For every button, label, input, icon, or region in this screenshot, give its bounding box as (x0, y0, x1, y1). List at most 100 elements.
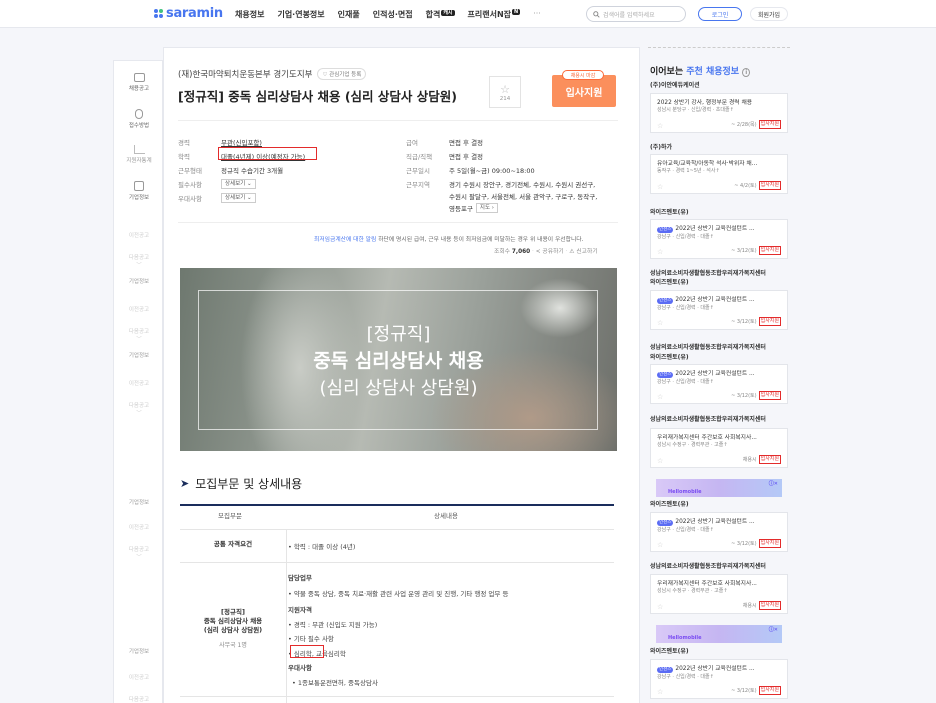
sidebar-item-stats[interactable]: 지원자통계 (114, 145, 164, 164)
main-nav: 채용정보 기업·연봉정보 인재풀 인적성·면접 합격 캐시 프리랜서N잡 N ··· (235, 9, 554, 20)
section-title: ➤ 모집부문 및 상세내용 (180, 477, 303, 491)
rec-card[interactable]: 인천스 2022년 상반기 교육컨설턴트 ... 강남구 · 신입/경력 · 대졸… (650, 364, 788, 404)
info-icon[interactable]: i (742, 68, 751, 77)
join-button[interactable]: 회원가입 (750, 7, 788, 21)
sidebar-next[interactable]: 다음공고 ﹀ (114, 401, 164, 417)
rec-company[interactable]: 와이즈멘토(유) (650, 647, 689, 656)
dept-title-1: [정규직] (221, 608, 245, 616)
sidebar-next[interactable]: 다음공고 ﹀ (114, 327, 164, 343)
info-salary: 급여 면접 후 결정 (406, 139, 484, 147)
star-icon[interactable]: ☆ (657, 688, 663, 696)
required-detail-button[interactable]: 상세보기 ⌄ (221, 179, 256, 189)
rec-company[interactable]: 와이즈멘토(유) (650, 278, 689, 287)
sidebar-next[interactable]: 다음공고 ﹀ (114, 253, 164, 269)
nav-interview[interactable]: 인적성·면접 (373, 9, 413, 20)
rec-card[interactable]: 우리재가복지센터 주간보호 사회복지사... 성남시 수정구 · 경력무관 · … (650, 574, 788, 614)
rec-apply-button[interactable]: 입사지원 (758, 455, 781, 464)
sidebar-prev[interactable]: 이전공고 (114, 231, 164, 239)
duty-item: • 약물 중독 상담, 중독 치료·재활 관련 사업 운영 관리 및 진행, 기… (288, 590, 509, 598)
rec-company[interactable]: (주)이안에듀케이션 (650, 81, 700, 90)
table-header-dept: 모집부문 (218, 512, 242, 520)
min-wage-link[interactable]: 최저임금계산에 대한 알림 (314, 237, 376, 243)
sidebar-item-apply-method[interactable]: 접수방법 (114, 109, 164, 129)
sidebar-company-info[interactable]: 기업정보 (114, 498, 164, 506)
rec-card[interactable]: 인천스 2022년 상반기 교육컨설턴트 ... 강남구 · 신입/경력 · 대졸… (650, 512, 788, 552)
share-button[interactable]: 공유하기 (542, 249, 563, 255)
sidebar-company-info[interactable]: 기업정보 (114, 277, 164, 285)
star-icon[interactable]: ☆ (657, 183, 663, 191)
sidebar-item-job-post[interactable]: 채용공고 (114, 73, 164, 92)
rec-card[interactable]: 인천스 2022년 상반기 교육컨설턴트 ... 강남구 · 신입/경력 · 대졸… (650, 659, 788, 699)
saramin-logo[interactable]: saramin (154, 6, 223, 21)
star-icon[interactable]: ☆ (657, 541, 663, 549)
star-icon[interactable]: ☆ (657, 319, 663, 327)
banner-line-2: 중독 심리상담사 채용 (313, 350, 484, 372)
nav-jobs[interactable]: 채용정보 (235, 9, 264, 20)
qual-item-career: • 경력 : 무관 (신입도 지원 가능) (288, 621, 378, 629)
sidebar-next[interactable]: 다음공고 (114, 695, 164, 703)
rec-company[interactable]: 성남의료소비자생활협동조합우리재가복지센터 (650, 343, 766, 352)
rec-card[interactable]: 인천스 2022년 상반기 교육컨설턴트 ... 강남구 · 신입/경력 · 대졸… (650, 219, 788, 259)
scrap-button[interactable]: ☆ 214 (489, 76, 521, 108)
ad-banner[interactable]: Hellomobile ⓘ✕ (656, 625, 782, 643)
sidebar-prev[interactable]: 이전공고 (114, 523, 164, 531)
rec-apply-button[interactable]: 입사지원 (758, 391, 781, 400)
nav-company[interactable]: 기업·연봉정보 (277, 9, 324, 20)
rec-company[interactable]: 와이즈멘토(유) (650, 353, 689, 362)
rec-apply-button[interactable]: 입사지원 (758, 181, 781, 190)
view-count: 7,060 (511, 249, 531, 255)
star-icon[interactable]: ☆ (657, 122, 663, 130)
rec-apply-button[interactable]: 입사지원 (758, 539, 781, 548)
rec-card[interactable]: 2022 상반기 강사, 행정부문 경력 채용 성남시 분당구 · 신입/경력 … (650, 93, 788, 133)
sidebar-item-company[interactable]: 기업정보 (114, 181, 164, 201)
nav-more[interactable]: ··· (533, 9, 541, 20)
info-location-3: 영등포구 지도 › (406, 203, 498, 213)
rec-company[interactable]: 와이즈멘토(유) (650, 208, 689, 217)
nav-talent[interactable]: 인재풀 (338, 9, 360, 20)
sidebar-prev[interactable]: 이전공고 (114, 305, 164, 313)
sidebar-company-info[interactable]: 기업정보 (114, 647, 164, 655)
table-line (180, 696, 614, 697)
common-requirement-label: 공통 자격요건 (213, 540, 253, 548)
sidebar-prev[interactable]: 이전공고 (114, 673, 164, 681)
table-line (180, 562, 614, 563)
duty-heading: 담당업무 (288, 574, 312, 582)
rec-company[interactable]: (주)하가 (650, 143, 672, 152)
sidebar-company-info[interactable]: 기업정보 (114, 351, 164, 359)
rec-card[interactable]: 인천스 2022년 상반기 교육컨설턴트 ... 강남구 · 신입/경력 · 대졸… (650, 290, 788, 330)
rec-company[interactable]: 와이즈멘토(유) (650, 500, 689, 509)
rec-apply-button[interactable]: 입사지원 (758, 317, 781, 326)
search-input[interactable]: 검색어를 입력하세요 (586, 6, 686, 22)
rec-apply-button[interactable]: 입사지원 (758, 246, 781, 255)
rec-card[interactable]: 우리재가복지센터 주간보호 사회복지사... 성남시 수정구 · 경력무관 · … (650, 428, 788, 468)
qual-heading: 지원자격 (288, 606, 312, 614)
building-icon (134, 181, 144, 191)
search-placeholder: 검색어를 입력하세요 (603, 11, 655, 19)
close-icon[interactable]: ⓘ✕ (769, 480, 778, 487)
map-button[interactable]: 지도 › (475, 203, 498, 213)
sidebar-next[interactable]: 다음공고 ﹀ (114, 545, 164, 561)
star-icon[interactable]: ☆ (657, 603, 663, 611)
rec-apply-button[interactable]: 입사지원 (758, 686, 781, 695)
arrow-right-icon: ➤ (180, 477, 190, 490)
sidebar-prev[interactable]: 이전공고 (114, 379, 164, 387)
rec-company[interactable]: 성남의료소비자생활협동조합우리재가복지센터 (650, 562, 766, 571)
star-icon[interactable]: ☆ (657, 393, 663, 401)
report-button[interactable]: 신고하기 (576, 249, 597, 255)
nav-pass[interactable]: 합격 캐시 (426, 9, 455, 20)
company-name[interactable]: (재)한국마약퇴치운동본부 경기도지부 (178, 68, 312, 80)
interest-company-button[interactable]: ♡ 관심기업 등록 (317, 68, 367, 80)
rec-apply-button[interactable]: 입사지원 (758, 120, 781, 129)
rec-card[interactable]: 유아교육/교육학/아동학 석사·박위자 채... 동작구 · 경력 1~5년 ·… (650, 154, 788, 194)
close-icon[interactable]: ⓘ✕ (769, 626, 778, 633)
rec-company[interactable]: 성남의료소비자생활협동조합우리재가복지센터 (650, 415, 766, 424)
preferred-detail-button[interactable]: 상세보기 ⌄ (221, 193, 256, 203)
rec-apply-button[interactable]: 입사지원 (758, 601, 781, 610)
nav-freelance[interactable]: 프리랜서N잡 N (468, 9, 521, 20)
login-button[interactable]: 로그인 (698, 7, 742, 21)
star-icon[interactable]: ☆ (657, 248, 663, 256)
table-header-detail: 상세내용 (434, 512, 458, 520)
star-icon[interactable]: ☆ (657, 457, 663, 465)
ad-banner[interactable]: Hellomobile ⓘ✕ (656, 479, 782, 497)
rec-company[interactable]: 성남의료소비자생활협동조합우리재가복지센터 (650, 269, 766, 278)
